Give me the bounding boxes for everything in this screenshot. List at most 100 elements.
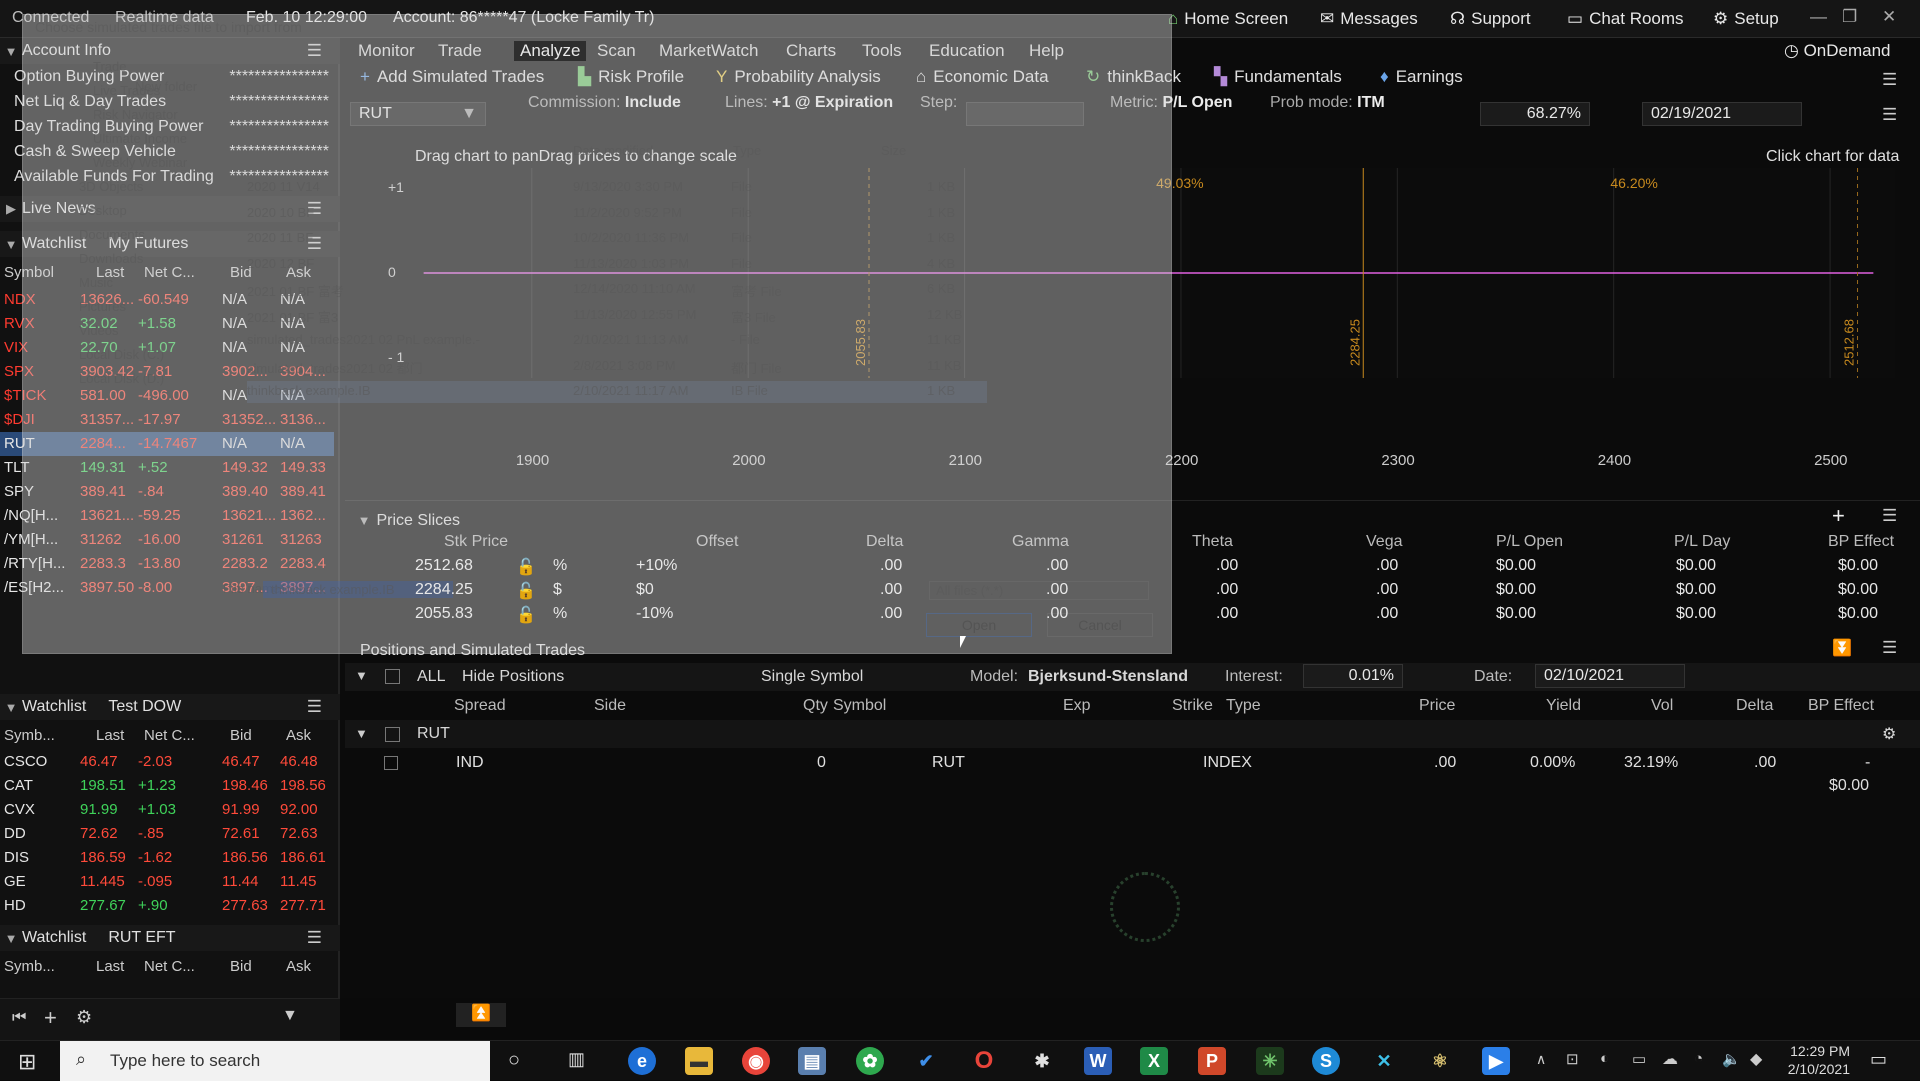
dialog-file-row[interactable]: 2021 01 BF 富3 11/13/2020 12:55 PM 富3 File 1… <box>247 305 987 327</box>
slice-offset[interactable]: $0 <box>636 581 654 599</box>
dialog-nav-item[interactable]: Ultimate Income <box>93 131 187 146</box>
skype-icon[interactable]: S <box>1312 1047 1340 1075</box>
all-filter[interactable]: ALL <box>417 668 445 686</box>
date-input[interactable]: 02/19/2021 <box>1642 102 1802 126</box>
column-date-modified[interactable]: Date modified <box>573 143 653 158</box>
add-icon[interactable]: + <box>44 1005 57 1031</box>
chrome-icon[interactable]: ◉ <box>742 1047 770 1075</box>
dialog-nav-item[interactable]: Weekly Webinar <box>93 155 187 170</box>
home-screen-button[interactable]: ⌂ Home Screen <box>1168 9 1288 29</box>
dialog-nav-item[interactable]: Videos <box>79 323 119 338</box>
cortana-icon[interactable]: ○ <box>508 1049 520 1072</box>
wifi-icon[interactable]: ◔ <box>1694 1050 1703 1067</box>
dialog-file-row[interactable]: 2021 01 BF 富考 12/14/2020 11:10 AM 富考 File 6… <box>247 279 987 301</box>
app-x-icon[interactable]: ✕ <box>1370 1047 1398 1075</box>
slice-price[interactable]: 2284.25 <box>415 581 473 599</box>
gear-icon[interactable]: ⚙ <box>1882 724 1896 744</box>
opera-icon[interactable]: O <box>970 1047 998 1075</box>
column-type[interactable]: Type <box>733 143 761 158</box>
lock-icon[interactable]: 🔓 <box>516 581 536 601</box>
watchlist-row[interactable]: CSCO 46.47 -2.03 46.47 46.48 <box>0 750 334 774</box>
price-slice-row[interactable]: 2284.25 $ $0.00.00.00.00 $0.00 $0.00 $0.00 🔓 <box>0 581 1920 603</box>
watchlist-row[interactable]: HD 277.67 +.90 277.63 277.71 <box>0 894 334 918</box>
dialog-file-row[interactable]: 2020 11 V14 9/13/2020 3:30 PM File 1 KB <box>247 177 987 199</box>
watchlist-name[interactable]: Test DOW <box>108 698 181 716</box>
volume-icon[interactable]: 🔈 <box>1722 1050 1741 1068</box>
dialog-file-row[interactable]: 2020 12 BF 11/13/2020 1:03 PM File 4 KB <box>247 254 987 276</box>
group-checkbox[interactable] <box>385 727 400 742</box>
menu-icon[interactable]: ☰ <box>1882 105 1897 125</box>
ondemand-button[interactable]: ◷ OnDemand <box>1784 41 1891 61</box>
todo-icon[interactable]: ✔ <box>912 1047 940 1075</box>
menu-icon[interactable]: ☰ <box>1882 506 1897 526</box>
menu-monitor[interactable]: Monitor <box>358 41 415 61</box>
thinkorswim-icon[interactable]: ✳ <box>1256 1047 1284 1075</box>
dialog-nav-item[interactable]: Pictures <box>79 299 126 314</box>
watchlist-row[interactable]: GE 11.445 -.095 11.44 11.45 <box>0 870 334 894</box>
dialog-file-row[interactable]: 2020 10 BF 11/2/2020 9:52 PM File 1 KB <box>247 203 987 225</box>
menu-marketwatch[interactable]: MarketWatch <box>659 41 759 61</box>
lock-icon[interactable]: 🔓 <box>516 557 536 577</box>
menu-icon[interactable]: ☰ <box>1882 638 1897 658</box>
interest-input[interactable]: 0.01% <box>1303 664 1403 688</box>
menu-tools[interactable]: Tools <box>862 41 902 61</box>
dialog-nav-item[interactable]: Documents <box>79 227 145 242</box>
slice-offset[interactable]: -10% <box>636 605 673 623</box>
dialog-file-row[interactable]: simulated_trades2021 02 PnL example.- 2/1… <box>247 330 987 352</box>
word-icon[interactable]: W <box>1084 1047 1112 1075</box>
slice-mode[interactable]: $ <box>553 581 562 599</box>
slack-icon[interactable]: ✱ <box>1028 1047 1056 1075</box>
messages-button[interactable]: ✉ Messages <box>1320 9 1418 29</box>
probability-input[interactable]: 68.27% <box>1480 102 1590 126</box>
dialog-file-row[interactable]: thinkback example.IB 2/10/2021 11:17 AM IB… <box>247 381 987 403</box>
menu-icon[interactable]: ☰ <box>1882 70 1897 90</box>
menu-analyze[interactable]: Analyze <box>514 41 587 61</box>
dialog-nav-item[interactable]: Music <box>79 275 113 290</box>
menu-icon[interactable]: ☰ <box>307 928 322 948</box>
column-size[interactable]: Size <box>881 143 906 158</box>
tray-chevron-icon[interactable]: ∧ <box>1536 1051 1546 1068</box>
setup-button[interactable]: ⚙ Setup <box>1713 9 1779 29</box>
menu-trade[interactable]: Trade <box>438 41 482 61</box>
tray-icon[interactable]: ◐ <box>1600 1050 1609 1067</box>
menu-help[interactable]: Help <box>1029 41 1064 61</box>
dialog-nav-item[interactable]: Local Disk (D:) <box>79 371 164 386</box>
taskbar-time[interactable]: 12:29 PM <box>1782 1043 1850 1059</box>
dialog-nav-item[interactable]: Trade <box>93 59 126 74</box>
evernote-icon[interactable]: ✿ <box>856 1047 884 1075</box>
watchlist-name[interactable]: RUT EFT <box>108 929 175 947</box>
position-group-row[interactable]: ▼ RUT ⚙ <box>345 720 1920 748</box>
slice-price[interactable]: 2055.83 <box>415 605 473 623</box>
lock-icon[interactable]: 🔓 <box>516 605 536 625</box>
menu-scan[interactable]: Scan <box>597 41 636 61</box>
dialog-nav-item[interactable]: 3D Objects <box>79 179 143 194</box>
hide-positions-dropdown[interactable]: Hide Positions <box>462 668 564 686</box>
positions-date-input[interactable]: 02/10/2021 <box>1535 664 1685 688</box>
menu-education[interactable]: Education <box>929 41 1005 61</box>
dialog-nav-item[interactable]: Downloads <box>79 251 143 266</box>
taskbar-date[interactable]: 2/10/2021 <box>1776 1061 1850 1077</box>
price-slice-row[interactable]: 2055.83% -10% .00 .00 .00 .00 $0.00 $0.00 $0.00 🔓 <box>0 605 1920 627</box>
single-symbol-dropdown[interactable]: Single Symbol <box>761 668 863 686</box>
dialog-nav-item[interactable]: Live Trades <box>93 83 160 98</box>
dialog-nav-item[interactable]: Local Disk (C:) <box>79 347 164 362</box>
add-slice-icon[interactable]: + <box>1832 503 1845 529</box>
task-view-icon[interactable]: ▥ <box>568 1049 585 1070</box>
collapse-icon[interactable]: ⏬ <box>1832 638 1852 658</box>
chevron-down-icon[interactable]: ▼ <box>282 1007 298 1025</box>
scroll-top-icon[interactable]: ⏫ <box>456 1003 506 1027</box>
watchlist-row[interactable]: CAT 198.51 +1.23 198.46 198.56 <box>0 774 334 798</box>
menu-icon[interactable]: ☰ <box>307 697 322 717</box>
dialog-file-row[interactable]: simulated_trades2021 02 都门 2/8/2021 3:08 … <box>247 356 987 378</box>
dropbox-icon[interactable]: ◆ <box>1750 1049 1762 1069</box>
edge-icon[interactable]: e <box>628 1047 656 1075</box>
slice-mode[interactable]: % <box>553 605 567 623</box>
taskbar-search-input[interactable]: ⌕ Type here to search <box>60 1041 490 1081</box>
excel-icon[interactable]: X <box>1140 1047 1168 1075</box>
watchlist-3-header[interactable]: ▼ Watchlist RUT EFT ☰ <box>0 925 340 951</box>
watchlist-2-header[interactable]: ▼ Watchlist Test DOW ☰ <box>0 694 340 720</box>
gear-icon[interactable]: ⚙ <box>76 1007 92 1028</box>
windows-start-icon[interactable]: ⊞ <box>18 1049 36 1075</box>
dialog-file-row[interactable]: 2020 11 BF 10/2/2020 11:36 PM File 1 KB <box>247 228 987 250</box>
notepad-icon[interactable]: ▤ <box>798 1047 826 1075</box>
